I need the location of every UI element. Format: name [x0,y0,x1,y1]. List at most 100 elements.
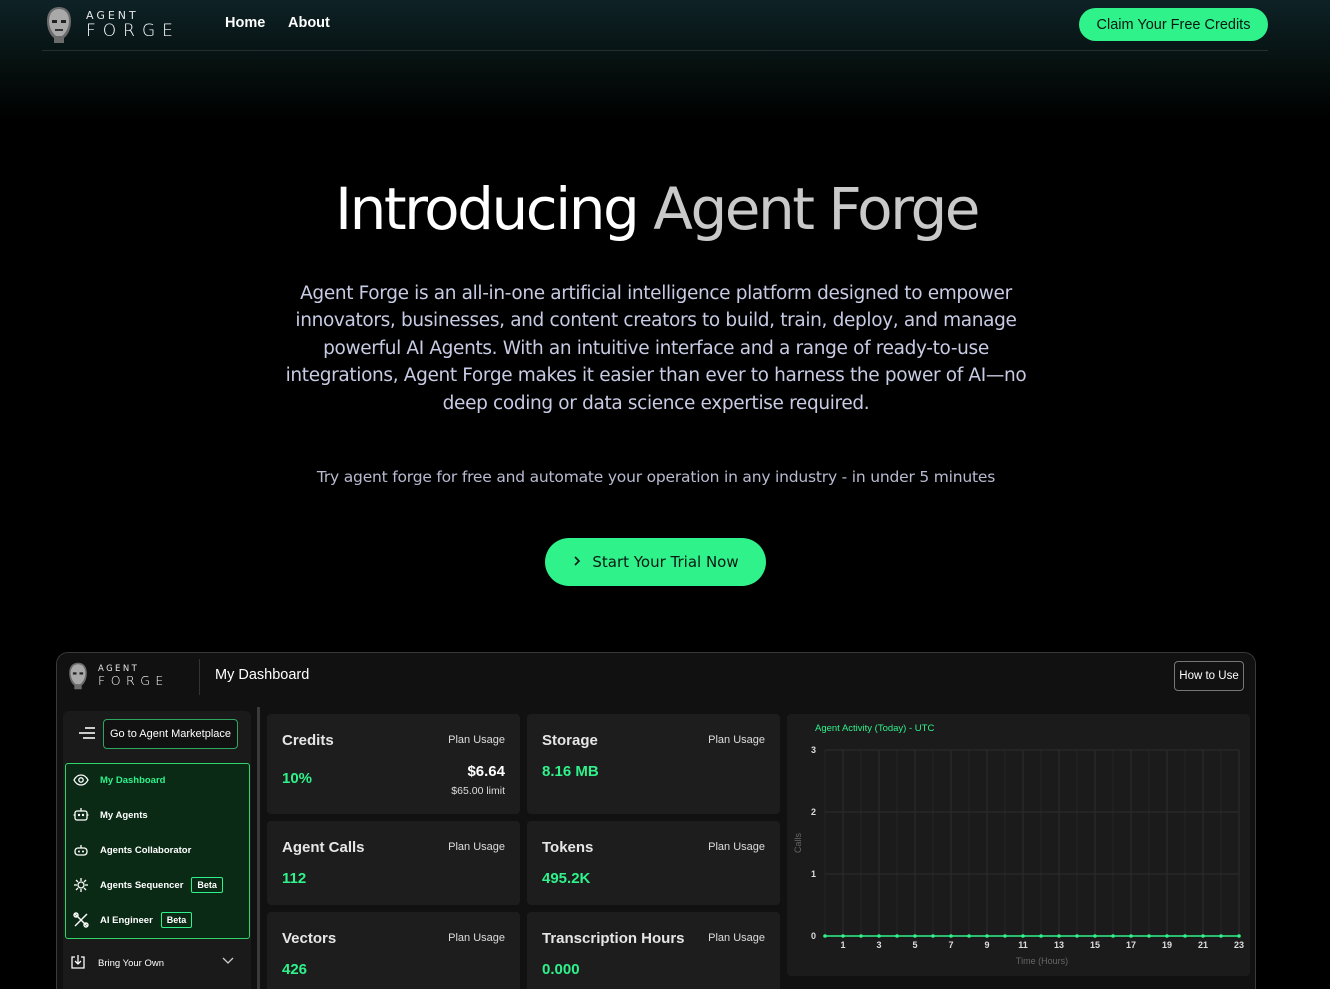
data-point [841,934,845,938]
sidebar-item-ai-engineer[interactable]: AI Engineer Beta [72,908,193,932]
robot-head-icon [67,661,89,691]
data-point [823,934,827,938]
card-plan-label: Plan Usage [708,841,765,853]
y-axis-label: Calls [793,833,803,854]
data-point [931,934,935,938]
y-tick-label: 3 [811,745,816,755]
nav-link-about[interactable]: About [288,15,330,31]
tokens-card: Tokens Plan Usage 495.2K [527,821,780,905]
card-value: 495.2K [542,870,591,887]
vectors-card: Vectors Plan Usage 426 [267,912,520,989]
card-value: 426 [282,961,308,978]
x-tick-label: 15 [1090,940,1100,950]
sidebar-item-label: My Agents [100,809,148,821]
gear-network-icon [72,876,90,894]
sidebar-item-bring-your-own[interactable]: Bring Your Own [70,951,245,975]
brand-logo[interactable]: AGENT FORGE [44,5,180,45]
card-plan-label: Plan Usage [448,734,505,746]
sidebar-item-my-dashboard[interactable]: My Dashboard [72,768,165,792]
hero-description: Agent Forge is an all-in-one artificial … [285,283,1027,414]
data-point [1237,934,1241,938]
logo-text-bottom: FORGE [86,21,180,41]
card-value: 112 [282,870,307,887]
sidebar-scrollbar[interactable] [257,707,260,989]
top-nav: AGENT FORGE Home About Claim Your Free C… [42,0,1268,51]
hamburger-menu-icon[interactable] [79,727,95,739]
beta-badge: Beta [160,912,193,928]
hero-title-part2: Agent Forge [653,175,980,243]
data-point [1183,934,1187,938]
agent-marketplace-button[interactable]: Go to Agent Marketplace [103,719,238,749]
hero-title-part1: Introducing [335,175,640,243]
data-point [1039,934,1043,938]
hero-subtitle: Try agent forge for free and automate yo… [316,468,996,486]
x-tick-label: 3 [876,940,881,950]
x-axis-label: Time (Hours) [1016,956,1068,966]
data-point [967,934,971,938]
card-title: Credits [282,732,334,749]
nav-link-home[interactable]: Home [225,15,265,31]
card-plan-label: Plan Usage [448,932,505,944]
chevron-right-icon [572,553,582,571]
start-trial-button[interactable]: Start Your Trial Now [545,538,766,586]
dashboard-preview: AGENT FORGE My Dashboard How to Use Go t… [56,652,1256,989]
logo-text-top: AGENT [86,9,139,22]
credits-amount: $6.64 [467,763,505,780]
card-plan-label: Plan Usage [708,734,765,746]
download-box-icon [70,954,88,972]
sidebar-item-label: AI Engineer [100,914,153,926]
x-tick-label: 23 [1234,940,1244,950]
beta-badge: Beta [191,877,223,893]
tools-icon [72,911,90,929]
card-plan-label: Plan Usage [708,932,765,944]
x-tick-label: 5 [912,940,917,950]
card-title: Tokens [542,839,594,856]
agent-activity-chart: 01231 3 5 7 9 11 13 15 17 19 21 23Time (Hours)Calls [793,745,1244,966]
card-value: 0.000 [542,961,580,978]
data-point [1165,934,1169,938]
x-tick-label: 17 [1126,940,1136,950]
credits-card: Credits Plan Usage 10% $6.64 $65.00 limi… [267,714,520,814]
card-title: Transcription Hours [542,930,685,947]
data-point [1201,934,1205,938]
how-to-use-button[interactable]: How to Use [1174,661,1244,691]
robot-head-icon [44,5,74,45]
data-point [913,934,917,938]
x-tick-label: 11 [1018,940,1028,950]
x-tick-label: 21 [1198,940,1208,950]
data-point [1021,934,1025,938]
bring-your-own-label: Bring Your Own [98,957,165,969]
dashboard-logo-bottom: FORGE [98,673,169,688]
x-tick-label: 19 [1162,940,1172,950]
data-point [895,934,899,938]
data-point [1147,934,1151,938]
dashboard-logo-top: AGENT [98,663,140,674]
claim-credits-button[interactable]: Claim Your Free Credits [1079,8,1268,41]
data-point [985,934,989,938]
y-tick-label: 0 [811,931,816,941]
data-point [1057,934,1061,938]
data-point [877,934,881,938]
storage-card: Storage Plan Usage 8.16 MB [527,714,780,814]
data-point [1129,934,1133,938]
start-trial-label: Start Your Trial Now [592,553,739,571]
eye-icon [72,771,90,789]
card-plan-label: Plan Usage [448,841,505,853]
agent-calls-card: Agent Calls Plan Usage 112 [267,821,520,905]
chevron-down-icon [221,953,235,970]
card-title: Vectors [282,930,337,947]
dashboard-logo[interactable]: AGENT FORGE [67,661,169,691]
data-point [1003,934,1007,938]
dashboard-header: AGENT FORGE My Dashboard How to Use [57,653,1255,701]
y-tick-label: 1 [811,869,816,879]
data-point [1093,934,1097,938]
card-value: 8.16 MB [542,763,599,780]
bot-group-icon [72,841,90,859]
sidebar-item-label: Agents Collaborator [100,844,192,856]
sidebar-item-my-agents[interactable]: My Agents [72,803,148,827]
x-tick-label: 13 [1054,940,1064,950]
sidebar-item-agents-sequencer[interactable]: Agents Sequencer Beta [72,873,223,897]
data-point [1219,934,1223,938]
sidebar-item-agents-collaborator[interactable]: Agents Collaborator [72,838,191,862]
robot-icon [72,806,90,824]
